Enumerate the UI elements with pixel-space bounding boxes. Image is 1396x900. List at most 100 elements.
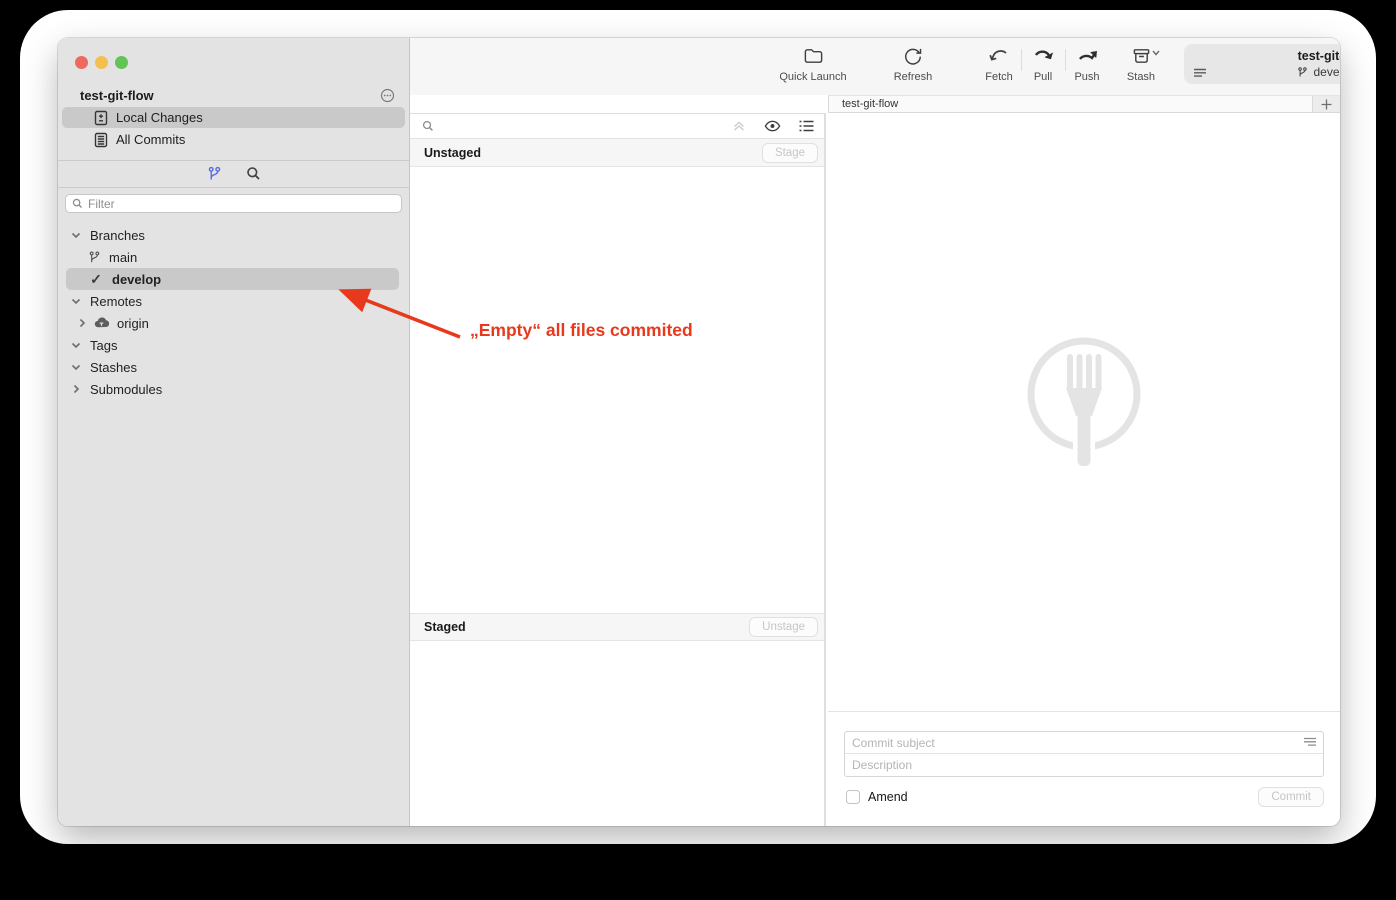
fetch-button[interactable]: Fetch xyxy=(978,44,1020,83)
divider xyxy=(1021,49,1022,71)
current-branch-selector[interactable]: develop xyxy=(1184,65,1340,79)
close-window-button[interactable] xyxy=(75,56,88,69)
tree-group-tags[interactable]: Tags xyxy=(58,334,409,356)
tree-group-label: Tags xyxy=(90,337,118,353)
file-search-bar[interactable] xyxy=(410,113,824,139)
stash-dropdown-chevron-icon[interactable] xyxy=(1152,50,1160,56)
commit-message-box xyxy=(844,731,1324,777)
stage-button[interactable]: Stage xyxy=(761,142,818,163)
tree-group-label: Remotes xyxy=(90,293,143,309)
commit-description-input[interactable] xyxy=(845,758,1323,772)
pull-icon xyxy=(1032,44,1054,68)
fork-app-window: test-git-flow Local Changes All Commits xyxy=(58,38,1340,826)
unstage-button[interactable]: Unstage xyxy=(749,617,818,637)
minimize-window-button[interactable] xyxy=(95,56,108,69)
chevron-down-icon[interactable] xyxy=(68,364,84,371)
chevron-down-icon[interactable] xyxy=(68,342,84,349)
chevron-down-icon[interactable] xyxy=(68,232,84,239)
toolbar-button-label: Refresh xyxy=(893,71,933,83)
tree-group-remotes[interactable]: Remotes xyxy=(58,290,409,312)
tree-group-branches[interactable]: Branches xyxy=(58,224,409,246)
unstaged-file-list[interactable] xyxy=(410,167,824,613)
search-icon xyxy=(72,198,83,209)
toolbar: Quick Launch Refresh Fetch Pull Push Sta… xyxy=(410,38,1340,95)
divider xyxy=(1065,49,1066,71)
folder-icon xyxy=(803,44,824,68)
filter-input[interactable] xyxy=(88,196,395,211)
tab-label: test-git-flow xyxy=(842,98,899,110)
push-button[interactable]: Push xyxy=(1069,44,1105,83)
tree-item-develop[interactable]: ✓ develop xyxy=(58,268,409,290)
toolbar-button-label: Fetch xyxy=(985,71,1013,83)
commit-button[interactable]: Commit xyxy=(1258,787,1324,807)
commit-templates-icon[interactable] xyxy=(1303,737,1317,748)
preview-eye-icon[interactable] xyxy=(764,120,781,132)
current-branch-name: develop xyxy=(1313,65,1340,79)
amend-checkbox[interactable] xyxy=(846,790,860,804)
remote-icon xyxy=(94,317,109,329)
pull-button[interactable]: Pull xyxy=(1028,44,1058,83)
stash-icon xyxy=(1132,44,1151,68)
repo-options-icon[interactable] xyxy=(380,88,395,103)
branch-tree: Branches main ✓ develop Remotes origin T… xyxy=(58,224,409,400)
detail-panel: Amend Commit xyxy=(828,113,1340,826)
view-options-list-icon[interactable] xyxy=(799,120,814,132)
tree-item-main[interactable]: main xyxy=(58,246,409,268)
toolbar-button-label: Stash xyxy=(1126,71,1156,83)
staged-title: Staged xyxy=(424,620,466,634)
commit-subject-input[interactable] xyxy=(845,735,1323,750)
toolbar-button-label: Quick Launch xyxy=(779,71,847,83)
repo-tab-active[interactable]: test-git-flow xyxy=(829,96,1312,112)
staged-section-header: Staged Unstage xyxy=(410,613,824,641)
sidebar-item-local-changes[interactable]: Local Changes xyxy=(62,107,405,128)
sidebar-item-label: Local Changes xyxy=(116,110,203,125)
branch-icon xyxy=(88,250,101,265)
push-icon xyxy=(1076,44,1098,68)
branch-label: develop xyxy=(112,271,162,287)
tree-item-origin[interactable]: origin xyxy=(58,312,409,334)
refresh-icon xyxy=(903,44,923,68)
collapse-all-icon[interactable] xyxy=(732,120,746,132)
tree-group-label: Submodules xyxy=(90,381,163,397)
tree-group-stashes[interactable]: Stashes xyxy=(58,356,409,378)
changes-panel: Unstaged Stage Staged Unstage xyxy=(410,113,826,826)
add-tab-button[interactable] xyxy=(1312,96,1340,112)
unstaged-section-header: Unstaged Stage xyxy=(410,139,824,167)
chevron-right-icon[interactable] xyxy=(68,384,84,394)
unstaged-title: Unstaged xyxy=(424,145,481,160)
search-icon xyxy=(422,120,434,132)
page-background: test-git-flow Local Changes All Commits xyxy=(0,0,1396,900)
divider xyxy=(58,187,409,188)
repo-list-icon[interactable] xyxy=(1193,68,1207,78)
tree-group-label: Stashes xyxy=(90,359,137,375)
sidebar-item-label: All Commits xyxy=(116,132,186,147)
tree-group-submodules[interactable]: Submodules xyxy=(58,378,409,400)
commit-area: Amend Commit xyxy=(828,711,1340,826)
chevron-down-icon[interactable] xyxy=(68,298,84,305)
sidebar-repo-title: test-git-flow xyxy=(80,87,154,103)
sidebar-item-all-commits[interactable]: All Commits xyxy=(62,129,405,150)
tree-group-label: Branches xyxy=(90,227,145,243)
all-commits-icon xyxy=(94,132,108,148)
fetch-icon xyxy=(987,44,1011,68)
toolbar-button-label: Push xyxy=(1074,71,1100,83)
sidebar: test-git-flow Local Changes All Commits xyxy=(58,38,410,826)
chevron-right-icon[interactable] xyxy=(74,318,90,328)
branch-icon xyxy=(1297,66,1308,79)
quick-launch-button[interactable]: Quick Launch xyxy=(770,44,856,83)
search-mode-tab-icon[interactable] xyxy=(246,166,261,181)
local-changes-icon xyxy=(94,110,108,126)
branch-filter-field[interactable] xyxy=(65,194,402,213)
amend-label: Amend xyxy=(868,790,908,804)
window-controls xyxy=(75,56,128,69)
repo-switcher-widget[interactable]: test-git-flow develop xyxy=(1184,44,1340,84)
empty-state-area xyxy=(828,113,1340,711)
current-branch-check-icon: ✓ xyxy=(90,270,102,287)
branches-mode-tab-icon[interactable] xyxy=(207,166,222,182)
current-repo-title: test-git-flow xyxy=(1297,49,1340,63)
staged-file-list[interactable] xyxy=(410,641,824,826)
refresh-button[interactable]: Refresh xyxy=(880,44,946,83)
remote-label: origin xyxy=(117,315,149,331)
zoom-window-button[interactable] xyxy=(115,56,128,69)
fork-logo-icon xyxy=(1027,337,1141,466)
